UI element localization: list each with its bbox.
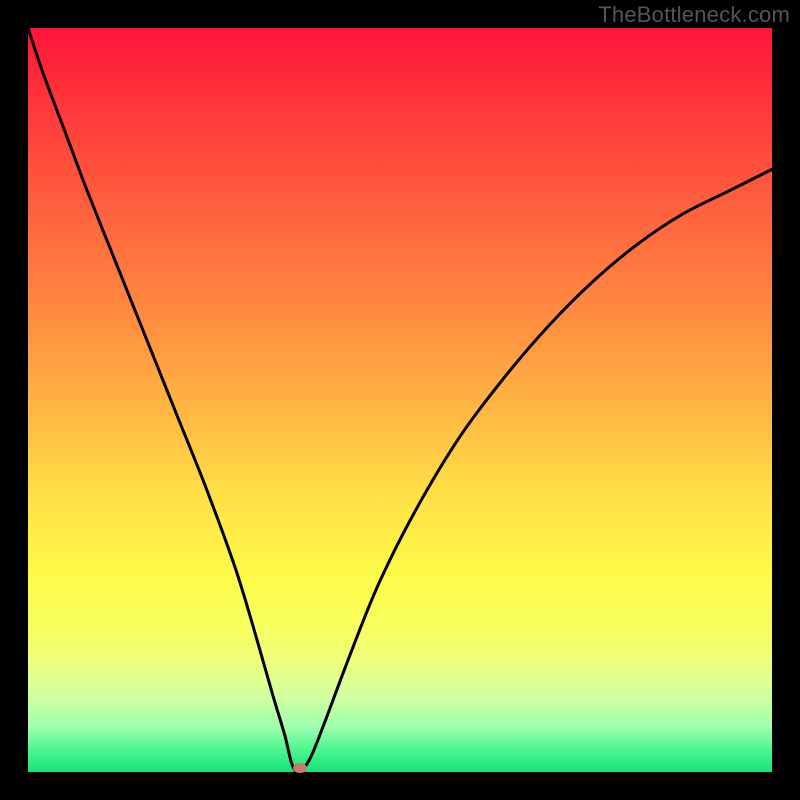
plot-area xyxy=(28,28,772,772)
chart-frame: TheBottleneck.com xyxy=(0,0,800,800)
curve-svg xyxy=(28,28,772,772)
watermark-label: TheBottleneck.com xyxy=(598,2,790,28)
optimal-point-marker xyxy=(293,763,307,773)
bottleneck-curve xyxy=(28,28,772,772)
